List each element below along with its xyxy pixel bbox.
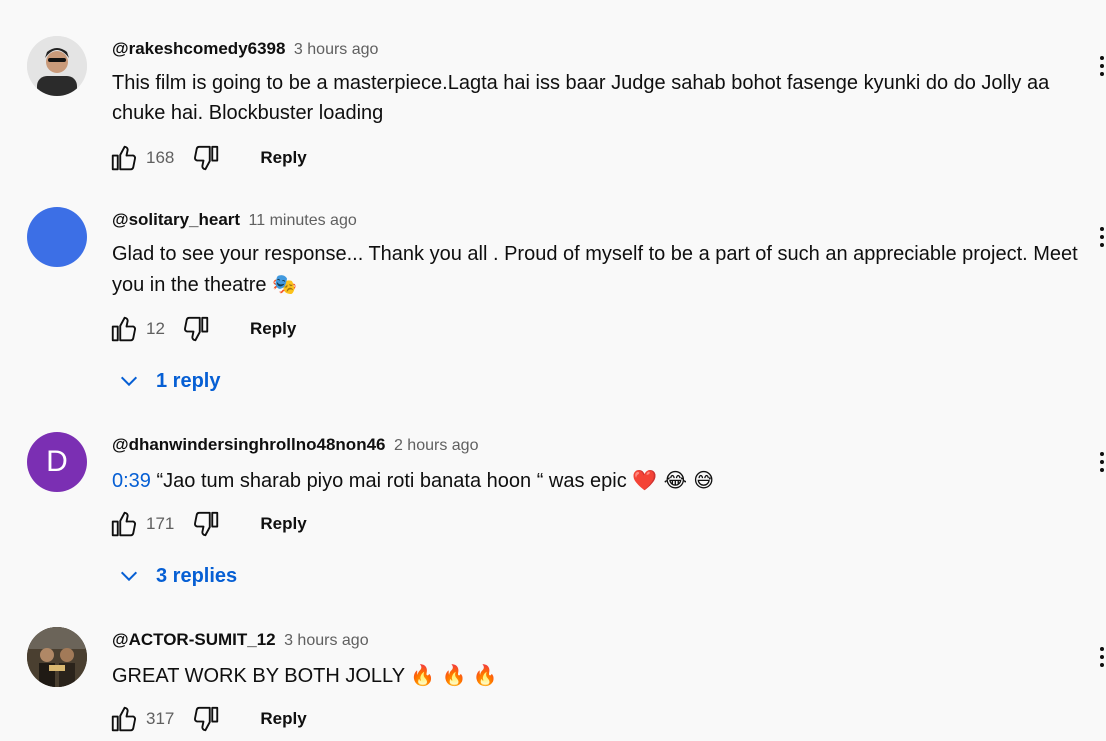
comment-text: This film is going to be a masterpiece.L… <box>112 72 1050 124</box>
dislike-button[interactable] <box>190 703 222 735</box>
poster-avatar-icon <box>27 627 87 687</box>
author-name[interactable]: @rakeshcomedy6398 <box>112 39 285 58</box>
comment-body: Glad to see your response... Thank you a… <box>112 239 1082 300</box>
like-icon <box>111 316 136 342</box>
comment-header: @ACTOR-SUMIT_12 3 hours ago <box>112 630 369 650</box>
author-name[interactable]: @ACTOR-SUMIT_12 <box>112 630 276 649</box>
like-icon <box>111 145 136 171</box>
author-name[interactable]: @dhanwindersinghrollno48non46 <box>112 435 386 454</box>
comment-time[interactable]: 2 hours ago <box>394 437 479 454</box>
comment-actions: 168 Reply <box>108 140 307 176</box>
comment-text: Glad to see your response... Thank you a… <box>112 243 1078 296</box>
comment-actions: 317 Reply <box>108 701 307 737</box>
avatar-letter: D <box>46 445 68 478</box>
emoji: 🔥 🔥 🔥 <box>410 663 498 687</box>
like-count: 317 <box>146 709 175 728</box>
comment-actions: 171 Reply <box>108 506 307 542</box>
emoji: ❤️ 😂 😅 <box>632 468 715 492</box>
like-button[interactable] <box>108 508 140 540</box>
like-button[interactable] <box>108 703 140 735</box>
comment-time[interactable]: 3 hours ago <box>284 632 369 649</box>
comment-header: @solitary_heart 11 minutes ago <box>112 210 357 230</box>
like-button[interactable] <box>108 313 140 345</box>
avatar[interactable] <box>27 207 87 267</box>
replies-count-label: 1 reply <box>156 369 221 392</box>
avatar[interactable] <box>27 627 87 687</box>
chevron-down-icon <box>116 563 142 589</box>
reply-button[interactable]: Reply <box>260 514 306 534</box>
comment-time[interactable]: 3 hours ago <box>294 41 379 58</box>
more-vert-icon[interactable] <box>1092 48 1106 84</box>
comment-header: @rakeshcomedy6398 3 hours ago <box>112 39 378 59</box>
dislike-button[interactable] <box>190 142 222 174</box>
author-name[interactable]: @solitary_heart <box>112 210 240 229</box>
replies-count-label: 3 replies <box>156 564 238 587</box>
comment-actions: 12 Reply <box>108 311 296 347</box>
like-count: 168 <box>146 148 175 167</box>
dislike-icon <box>194 706 219 732</box>
avatar[interactable]: D <box>27 432 87 492</box>
like-button[interactable] <box>108 142 140 174</box>
like-count: 171 <box>146 514 175 533</box>
user-photo-icon <box>27 36 87 96</box>
like-icon <box>111 706 136 732</box>
chevron-down-icon <box>116 368 142 394</box>
reply-button[interactable]: Reply <box>260 148 306 168</box>
dislike-icon <box>184 316 209 342</box>
more-vert-icon[interactable] <box>1092 444 1106 480</box>
more-vert-icon[interactable] <box>1092 219 1106 255</box>
view-replies-button[interactable]: 1 reply <box>116 363 220 399</box>
dislike-button[interactable] <box>180 313 212 345</box>
reply-button[interactable]: Reply <box>250 319 296 339</box>
comment-body: GREAT WORK BY BOTH JOLLY 🔥 🔥 🔥 <box>112 660 1082 691</box>
comment-header: @dhanwindersinghrollno48non46 2 hours ag… <box>112 435 478 455</box>
reply-button[interactable]: Reply <box>260 709 306 729</box>
comment-text: “Jao tum sharab piyo mai roti banata hoo… <box>150 470 627 492</box>
emoji: 🎭 <box>272 272 298 296</box>
view-replies-button[interactable]: 3 replies <box>116 558 237 594</box>
more-vert-icon[interactable] <box>1092 639 1106 675</box>
dislike-button[interactable] <box>190 508 222 540</box>
dislike-icon <box>194 145 219 171</box>
like-count: 12 <box>146 319 165 338</box>
avatar[interactable] <box>27 36 87 96</box>
comment-text: GREAT WORK BY BOTH JOLLY <box>112 665 405 687</box>
comment-body: 0:39 “Jao tum sharab piyo mai roti banat… <box>112 465 1082 496</box>
dislike-icon <box>194 511 219 537</box>
comment-time[interactable]: 11 minutes ago <box>249 212 357 229</box>
like-icon <box>111 511 136 537</box>
timestamp-link[interactable]: 0:39 <box>112 470 151 492</box>
